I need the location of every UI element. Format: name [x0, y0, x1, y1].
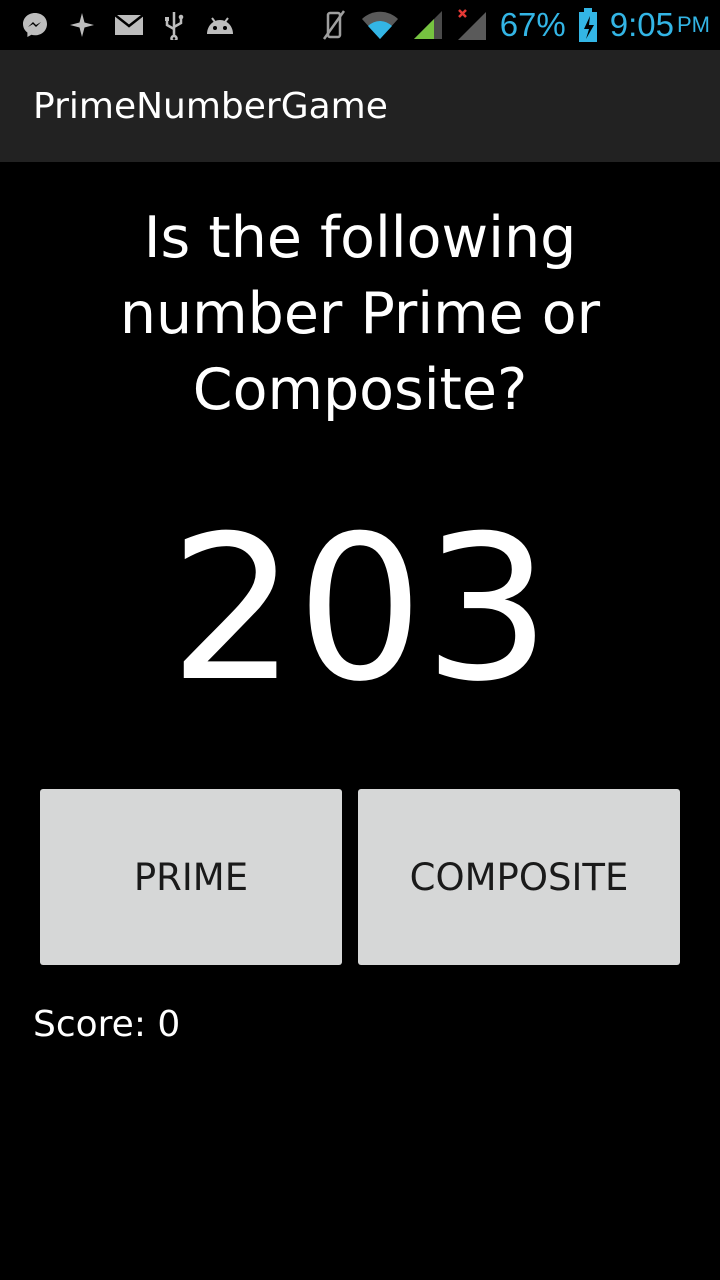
app-title: PrimeNumberGame — [33, 85, 388, 127]
prime-button[interactable]: PRIME — [40, 789, 342, 965]
wifi-icon — [360, 9, 400, 41]
status-bar: 67% 9:05 PM — [0, 0, 720, 50]
question-text: Is the following number Prime or Composi… — [119, 205, 601, 423]
sparkle-icon — [68, 11, 96, 39]
mute-icon — [320, 9, 348, 41]
usb-icon — [162, 10, 186, 40]
messenger-icon — [20, 10, 50, 40]
score-value: 0 — [157, 1004, 181, 1045]
score-text: Score: 0 — [33, 1004, 180, 1045]
signal-icon — [412, 9, 444, 41]
score-label: Score: — [33, 1004, 146, 1045]
battery-percent: 67% — [499, 6, 566, 43]
clock-time: 9:05 — [609, 6, 674, 43]
battery-charging-icon — [578, 8, 598, 42]
number-display: 203 — [169, 493, 551, 726]
composite-button[interactable]: COMPOSITE — [358, 789, 680, 965]
clock-ampm: PM — [677, 12, 710, 37]
mail-icon — [114, 13, 144, 37]
action-bar: PrimeNumberGame — [0, 50, 720, 162]
signal-no-service-icon — [456, 8, 488, 42]
system-status: 67% 9:05 PM — [308, 6, 710, 44]
notification-icons — [20, 10, 254, 40]
clock: 9:05 PM — [610, 6, 710, 44]
android-icon — [204, 12, 236, 38]
